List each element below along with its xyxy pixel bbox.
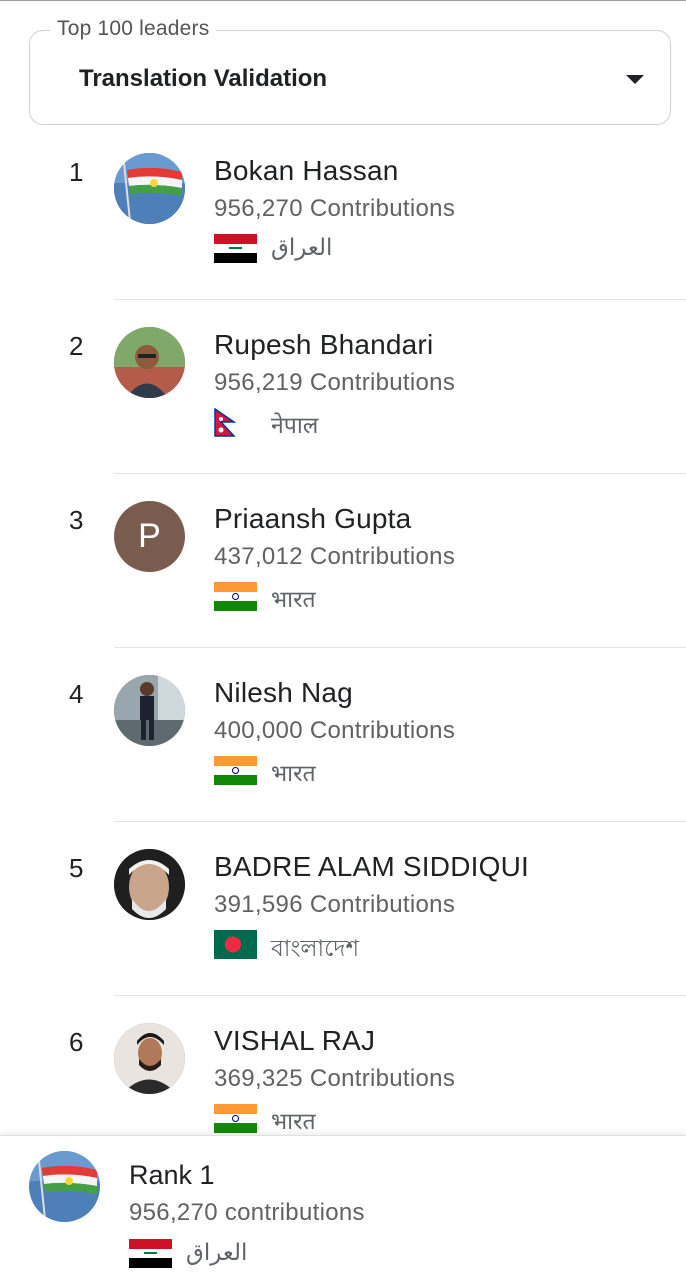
bangladesh-flag-icon xyxy=(214,930,257,959)
india-flag-icon xyxy=(214,756,257,785)
country-name: भारत xyxy=(271,1108,316,1134)
rank-number: 6 xyxy=(69,1027,84,1057)
contribution-count: 369,325 Contributions xyxy=(214,1065,456,1092)
avatar xyxy=(114,327,185,398)
india-flag-icon xyxy=(214,582,257,611)
leader-name: VISHAL RAJ xyxy=(214,1025,376,1056)
country-name: বাংলাদেশ xyxy=(271,935,360,961)
list-item[interactable]: 6 VISHAL RAJ 369,325 Contributions भारत xyxy=(0,996,686,1136)
leader-name: Nilesh Nag xyxy=(214,677,353,708)
avatar xyxy=(114,153,185,224)
my-contribution-count: 956,270 contributions xyxy=(129,1199,365,1226)
list-item[interactable]: 4 Nilesh Nag 400,000 Contributions भारत xyxy=(0,648,686,822)
rank-number: 5 xyxy=(69,853,84,883)
country-name: العراق xyxy=(271,234,333,260)
my-rank: Rank 1 xyxy=(129,1160,215,1190)
select-legend: Top 100 leaders xyxy=(50,17,217,41)
iraq-flag-icon xyxy=(129,1239,172,1268)
rank-number: 3 xyxy=(69,505,84,535)
avatar xyxy=(114,1023,185,1094)
nepal-flag-icon xyxy=(214,408,257,437)
rank-number: 1 xyxy=(69,157,84,187)
iraq-flag-icon xyxy=(214,234,257,263)
contribution-count: 956,270 Contributions xyxy=(214,195,456,222)
india-flag-icon xyxy=(214,1104,257,1133)
leader-name: Priaansh Gupta xyxy=(214,503,412,534)
my-rank-card[interactable]: Rank 1 956,270 contributions العراق xyxy=(0,1135,686,1282)
avatar: P xyxy=(114,501,185,572)
leaderboard-category-select[interactable]: Top 100 leaders Translation Validation xyxy=(29,17,671,125)
list-item[interactable]: 2 Rupesh Bhandari 956,219 Contributions … xyxy=(0,300,686,474)
leader-name: Rupesh Bhandari xyxy=(214,329,434,360)
leader-name: Bokan Hassan xyxy=(214,155,399,186)
contribution-count: 391,596 Contributions xyxy=(214,891,456,918)
list-item[interactable]: 3 P Priaansh Gupta 437,012 Contributions… xyxy=(0,474,686,648)
rank-number: 2 xyxy=(69,331,84,361)
contribution-count: 400,000 Contributions xyxy=(214,717,456,744)
avatar xyxy=(114,675,185,746)
country-name: नेपाल xyxy=(271,412,319,438)
avatar xyxy=(29,1151,100,1222)
select-value: Translation Validation xyxy=(79,65,328,92)
list-item[interactable]: 5 BADRE ALAM SIDDIQUI 391,596 Contributi… xyxy=(0,822,686,996)
contribution-count: 437,012 Contributions xyxy=(214,543,456,570)
leader-name: BADRE ALAM SIDDIQUI xyxy=(214,851,529,882)
avatar xyxy=(114,849,185,920)
rank-number: 4 xyxy=(69,679,84,709)
chevron-down-icon xyxy=(626,75,644,84)
contribution-count: 956,219 Contributions xyxy=(214,369,456,396)
leaders-list[interactable]: 1 Bokan Hassan 956,270 Contributions الع… xyxy=(0,126,686,1136)
my-country-name: العراق xyxy=(186,1239,248,1265)
list-item[interactable]: 1 Bokan Hassan 956,270 Contributions الع… xyxy=(0,126,686,300)
avatar-letter: P xyxy=(138,517,161,555)
country-name: भारत xyxy=(271,586,316,612)
country-name: भारत xyxy=(271,760,316,786)
